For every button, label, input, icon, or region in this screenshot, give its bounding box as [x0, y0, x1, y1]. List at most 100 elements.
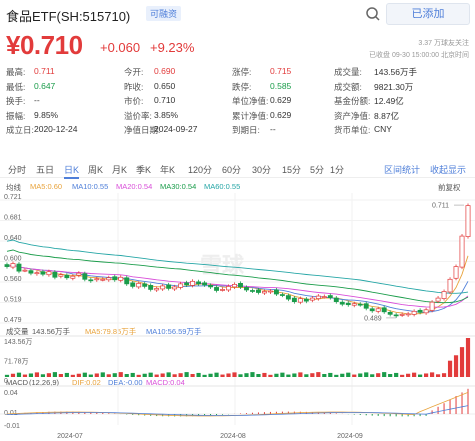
volume-bar: [316, 372, 321, 377]
candle: [208, 285, 214, 288]
volume-bar: [112, 373, 117, 377]
candle: [172, 286, 178, 290]
volume-bar: [424, 373, 429, 377]
volume-bar: [274, 373, 279, 377]
volume-bar: [76, 373, 81, 377]
stat-value: 2024-09-27: [154, 124, 198, 134]
period-tab[interactable]: 周K: [88, 163, 103, 176]
candle: [178, 283, 184, 288]
volume-bar: [394, 372, 399, 377]
candle: [16, 263, 22, 272]
volume-bar: [429, 372, 435, 377]
candle: [345, 302, 351, 306]
date-axis-label: 2024-08: [220, 433, 246, 440]
price-axis-label: 0.600: [4, 256, 22, 263]
period-tab[interactable]: 5分: [310, 163, 324, 176]
stat-value: CNY: [374, 124, 392, 134]
candle: [10, 263, 16, 268]
search-icon: [366, 7, 380, 21]
stat-key: 成交量:: [334, 67, 362, 77]
volume-bar: [178, 373, 183, 377]
stats-grid: 最高: 0.711 今开: 0.690 涨停: 0.715 成交量: 143.56万手 最低: 0…: [6, 66, 472, 139]
candle: [291, 297, 297, 303]
candle: [100, 278, 106, 281]
volume-bar: [382, 372, 387, 377]
candle: [46, 271, 52, 276]
period-tab[interactable]: 年K: [160, 163, 175, 176]
period-tab[interactable]: 60分: [222, 163, 241, 176]
volume-bar: [118, 372, 123, 377]
collapse-button[interactable]: 收起显示: [430, 163, 466, 176]
volume-bar: [100, 372, 105, 377]
ma-item: MA60:0.55: [204, 182, 241, 191]
period-tab[interactable]: 分时: [8, 163, 26, 176]
candle: [327, 295, 333, 298]
candle: [297, 298, 303, 303]
volume-bar: [58, 374, 63, 377]
candle: [166, 284, 172, 289]
volume-bar: [40, 374, 46, 377]
stat-value: 0.710: [154, 95, 176, 105]
ma-item: MA30:0.54: [160, 182, 197, 191]
adjust-label[interactable]: 前复权: [438, 182, 461, 193]
volume-bar: [16, 372, 22, 377]
price-axis-label: 0.560: [4, 276, 22, 283]
candle: [459, 235, 465, 268]
price-axis-label: 0.681: [4, 215, 22, 222]
period-tab[interactable]: 月K: [112, 163, 127, 176]
stats-row: 最低: 0.647 昨收: 0.650 跌停: 0.585 成交额: 9821.30万: [6, 81, 472, 96]
candle: [244, 287, 249, 291]
volume-bar: [465, 338, 471, 377]
volume-bar: [64, 372, 69, 377]
volume-bar: [310, 373, 315, 377]
stat-value: 143.56万手: [374, 67, 417, 77]
ma-legend: 均线 MA5:0.60 MA10:0.55 MA20:0.54 MA30:0.54 MA…: [0, 181, 475, 193]
volume-bar: [124, 374, 129, 377]
period-tab[interactable]: 15分: [282, 163, 301, 176]
stats-row: 成立日: 2020-12-24 净值日期: 2024-09-27 到期日: -- 货币单位:…: [6, 124, 472, 139]
volume-bar: [268, 374, 273, 377]
candle: [28, 270, 34, 274]
period-tab[interactable]: 日K: [64, 163, 80, 179]
period-tab[interactable]: 120分: [188, 163, 212, 176]
volume-bar: [364, 372, 369, 377]
volume-bar: [46, 373, 51, 377]
stat-value: 0.647: [34, 80, 56, 91]
margin-tag[interactable]: 可融资: [146, 6, 182, 21]
period-tab[interactable]: 季K: [136, 163, 151, 176]
volume-bar: [160, 373, 165, 377]
stats-row: 振幅: 9.85% 溢价率: 3.85% 累计净值: 0.629 资产净值: 8.87亿: [6, 110, 472, 125]
candle: [363, 303, 369, 309]
added-button[interactable]: 已添加: [386, 3, 470, 25]
stat-key: 昨收:: [124, 81, 144, 92]
volume-bar: [214, 372, 219, 377]
ma-item: MA5:0.60: [30, 182, 63, 191]
ma-label: 均线: [6, 183, 21, 192]
period-tab[interactable]: 五日: [36, 163, 54, 176]
stat-key: 成立日:: [6, 125, 34, 135]
volume-bar: [286, 374, 291, 377]
candle: [160, 285, 166, 290]
candle: [130, 282, 136, 287]
macd-axis-label: -0.01: [4, 423, 20, 430]
volume-bar: [184, 372, 189, 377]
volume-bar: [370, 374, 375, 377]
volume-bar: [226, 373, 231, 377]
candle: [441, 291, 447, 299]
price-change-percent: +9.23%: [150, 40, 195, 55]
period-tab[interactable]: 1分: [330, 163, 344, 176]
stat-key: 累计净值:: [232, 110, 269, 121]
volume-bar: [304, 374, 309, 377]
volume-bar: [88, 374, 93, 377]
stat-value: --: [34, 95, 40, 105]
volume-bar: [52, 372, 57, 377]
search-button[interactable]: [363, 4, 383, 24]
range-stats-button[interactable]: 区间统计: [384, 163, 420, 176]
candle: [453, 266, 459, 279]
stat-value: --: [270, 124, 276, 134]
period-tab[interactable]: 30分: [252, 163, 271, 176]
kline-chart[interactable]: 0.721 0.681 0.640 0.600 0.560 0.519 0.479 雪球 0.7…: [0, 193, 475, 441]
stat-value: 2020-12-24: [34, 124, 78, 134]
stat-key: 到期日:: [232, 125, 260, 135]
candle: [238, 283, 243, 288]
